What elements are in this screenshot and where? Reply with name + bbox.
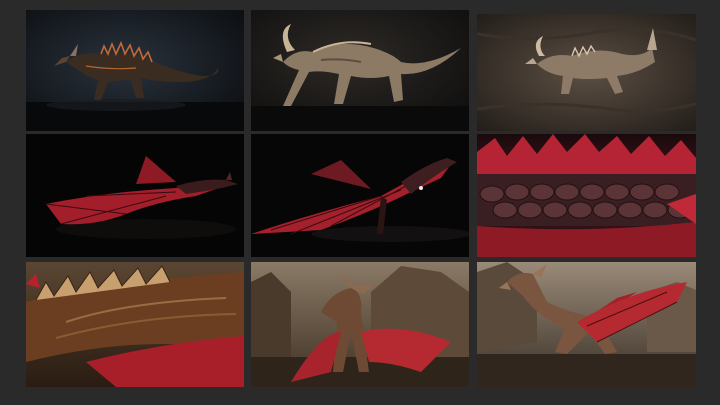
bone-dragon-image [26,10,244,131]
image-tile-dragon-spikes[interactable] [26,262,244,387]
image-tile-dragon-canyon-roar[interactable] [477,262,696,387]
rock-dragon-image [477,14,696,131]
image-tile-bone-dragon[interactable] [26,10,244,131]
dragon-canyon-front-image [251,262,469,387]
image-tile-dragon-canyon-front[interactable] [251,262,469,387]
stone-dragon-image [251,10,469,131]
image-tile-rock-dragon[interactable] [477,14,696,131]
red-dragon-flying-image [251,134,469,257]
image-tile-red-winged-dragon[interactable] [26,134,244,257]
image-tile-dragon-scales[interactable] [477,134,696,257]
dragon-canyon-roar-image [477,262,696,387]
image-grid [0,0,720,405]
image-tile-red-dragon-flying[interactable] [251,134,469,257]
image-tile-stone-dragon[interactable] [251,10,469,131]
dragon-scales-image [477,134,696,257]
dragon-spikes-image [26,262,244,387]
red-winged-dragon-image [26,134,244,257]
